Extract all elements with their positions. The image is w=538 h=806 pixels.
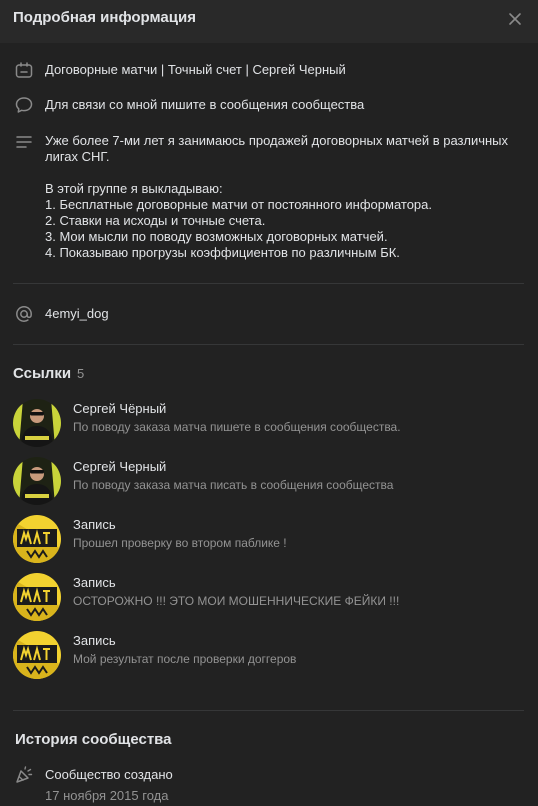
logo-avatar-icon [13,631,61,679]
info-name: Договорные матчи | Точный счет | Сергей … [45,62,346,77]
history-date: 17 ноября 2015 года [45,788,169,803]
link-item[interactable]: Запись Мой результат после проверки догг… [13,631,513,679]
message-icon [15,97,33,113]
at-sign-icon [16,306,32,322]
link-item[interactable]: Запись ОСТОРОЖНО !!! ЭТО МОИ МОШЕННИЧЕСК… [13,573,513,621]
modal-header: Подробная информация [0,0,538,43]
link-item[interactable]: Запись Прошел проверку во втором паблике… [13,515,513,563]
info-contact: Для связи со мной пишите в сообщения соо… [45,97,365,112]
short-address[interactable]: 4emyi_dog [45,306,109,322]
history-event-row: Сообщество создано 17 ноября 2015 года [0,765,538,805]
link-item[interactable]: Сергей Черный По поводу заказа матча пис… [13,457,513,505]
divider [13,344,524,345]
info-contact-row: Для связи со мной пишите в сообщения соо… [0,95,538,115]
link-title: Сергей Черный [73,459,167,474]
divider [13,283,524,284]
links-count: 5 [77,366,85,381]
link-subtitle: Мой результат после проверки доггеров [73,652,297,666]
avatar [13,515,61,563]
divider [13,710,524,711]
person-avatar-icon [13,457,61,505]
link-title: Запись [73,633,116,648]
text-lines-icon [16,136,32,148]
info-name-row: Договорные матчи | Точный счет | Сергей … [0,60,538,80]
person-avatar-icon [13,399,61,447]
avatar [13,573,61,621]
info-description: Уже более 7-ми лет я занимаюсь продажей … [45,133,509,260]
info-address-row[interactable]: 4emyi_dog [0,304,538,324]
links-section-title: Ссылки 5 [13,365,84,382]
history-title: История сообщества [15,731,172,748]
avatar [13,631,61,679]
link-subtitle: ОСТОРОЖНО !!! ЭТО МОИ МОШЕННИЧЕСКИЕ ФЕЙК… [73,594,400,608]
info-icon [15,62,33,78]
modal-title: Подробная информация [13,9,196,26]
history-event: Сообщество создано [45,767,173,782]
link-title: Сергей Чёрный [73,401,167,416]
info-description-row: Уже более 7-ми лет я занимаюсь продажей … [0,132,538,262]
link-title: Запись [73,575,116,590]
close-button[interactable] [504,8,526,30]
link-title: Запись [73,517,116,532]
logo-avatar-icon [13,573,61,621]
link-subtitle: По поводу заказа матча писать в сообщени… [73,478,394,492]
avatar [13,457,61,505]
avatar [13,399,61,447]
link-subtitle: Прошел проверку во втором паблике ! [73,536,287,550]
link-item[interactable]: Сергей Чёрный По поводу заказа матча пиш… [13,399,513,447]
party-popper-icon [16,766,33,783]
close-icon [509,13,521,25]
links-title: Ссылки [13,365,72,382]
link-subtitle: По поводу заказа матча пишете в сообщени… [73,420,401,434]
logo-avatar-icon [13,515,61,563]
